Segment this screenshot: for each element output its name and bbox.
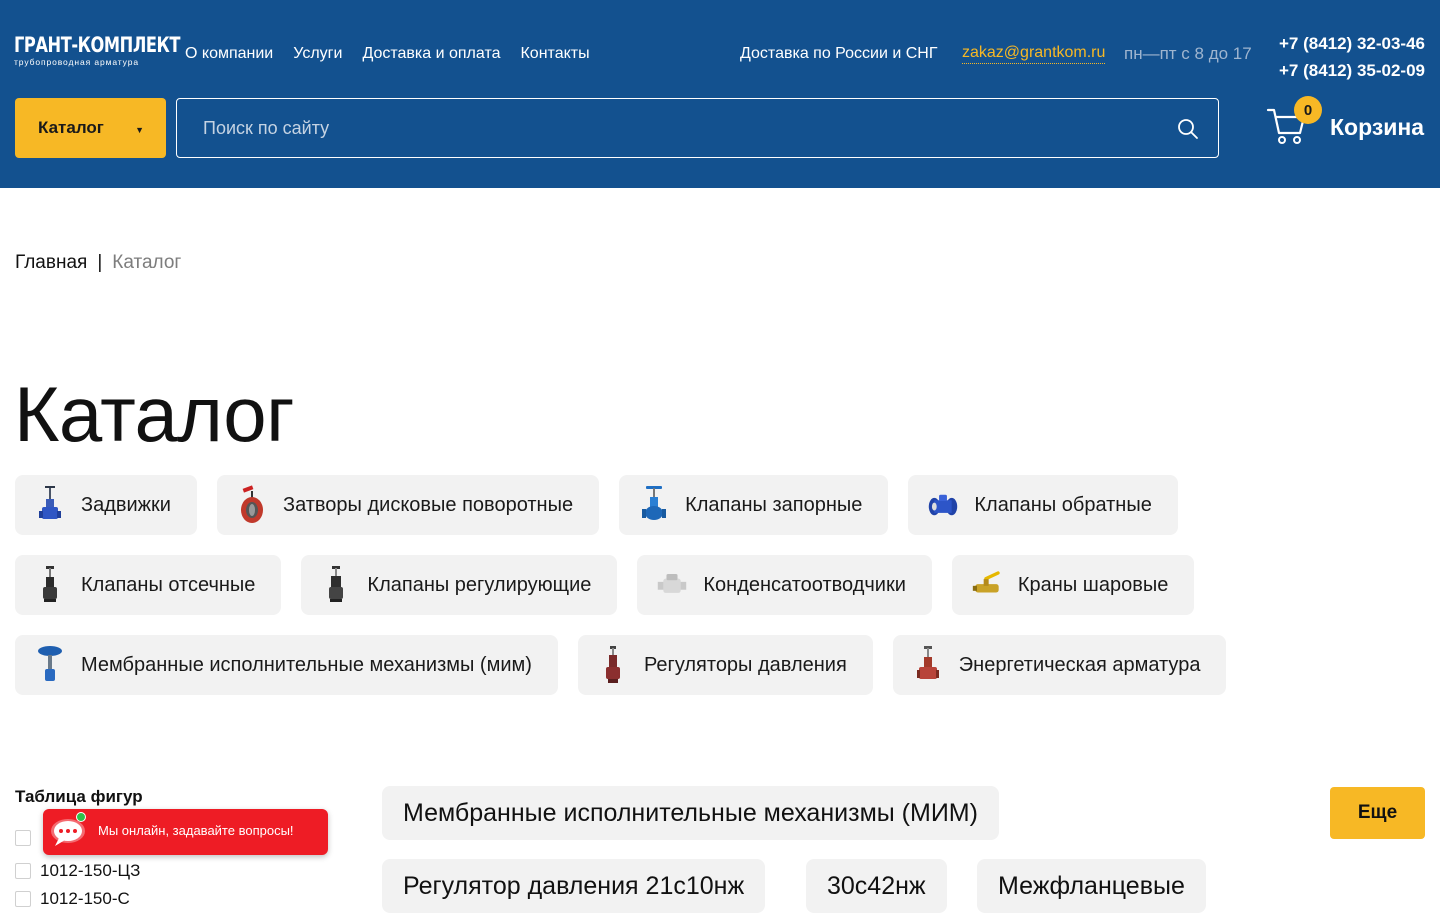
nav-delivery-payment[interactable]: Доставка и оплата — [362, 44, 500, 64]
category-pressure-regulators[interactable]: Регуляторы давления — [577, 635, 873, 695]
chat-text: Мы онлайн, задавайте вопросы! — [98, 823, 294, 838]
nav-about[interactable]: О компании — [185, 44, 273, 64]
category-globe-valves[interactable]: Клапаны запорные — [619, 475, 889, 535]
ball-valve-icon — [972, 563, 1002, 607]
category-ball-valves[interactable]: Краны шаровые — [951, 555, 1195, 615]
category-power-valves[interactable]: Энергетическая арматура — [892, 635, 1227, 695]
tag-mim[interactable]: Мембранные исполнительные механизмы (МИМ… — [382, 786, 999, 840]
category-shutoff-valves[interactable]: Клапаны отсечные — [15, 555, 282, 615]
category-gate-valves[interactable]: Задвижки — [15, 475, 197, 535]
tag-30s42nzh[interactable]: 30с42нж — [806, 859, 947, 913]
breadcrumb-separator: | — [97, 252, 103, 273]
phone-2[interactable]: +7 (8412) 35-02-09 — [1279, 57, 1425, 84]
category-control-valves[interactable]: Клапаны регулирующие — [301, 555, 618, 615]
power-valve-icon — [913, 643, 943, 687]
filter-option[interactable]: 1012-150-С — [15, 889, 130, 909]
category-list: Задвижки Затворы дисковые поворотные Кла… — [15, 475, 1275, 695]
shutoff-valve-icon — [35, 563, 65, 607]
diaphragm-actuator-icon — [35, 643, 65, 687]
category-label: Конденсатоотводчики — [703, 573, 906, 596]
email-link[interactable]: zakaz@grantkom.ru — [962, 43, 1106, 64]
breadcrumb-current: Каталог — [112, 252, 182, 273]
search-bar — [176, 98, 1219, 158]
nav-contacts[interactable]: Контакты — [520, 44, 589, 64]
category-label: Клапаны отсечные — [81, 573, 256, 596]
tag-wafer[interactable]: Межфланцевые — [977, 859, 1206, 913]
pressure-regulator-icon — [598, 643, 628, 687]
category-diaphragm-actuators[interactable]: Мембранные исполнительные механизмы (мим… — [15, 635, 558, 695]
more-button[interactable]: Еще — [1330, 787, 1425, 839]
filter-checkbox[interactable] — [15, 891, 31, 907]
search-input[interactable] — [177, 99, 1218, 157]
online-chat-widget[interactable]: Мы онлайн, задавайте вопросы! — [43, 809, 328, 855]
catalog-button[interactable]: Каталог ▼ — [15, 98, 166, 158]
logo-tagline: трубопроводная арматура — [14, 57, 139, 67]
category-label: Клапаны регулирующие — [367, 573, 592, 596]
steam-trap-icon — [657, 563, 687, 607]
category-label: Задвижки — [81, 493, 171, 516]
category-label: Затворы дисковые поворотные — [282, 493, 574, 516]
cart-label: Корзина — [1330, 114, 1425, 140]
online-status-dot — [76, 812, 86, 822]
cart-button[interactable]: 0 Корзина — [1266, 96, 1426, 156]
filter-checkbox[interactable] — [15, 863, 31, 879]
catalog-button-label: Каталог — [38, 118, 104, 137]
page-title: Каталог — [14, 370, 295, 458]
category-label: Клапаны запорные — [685, 493, 863, 516]
category-butterfly-valves[interactable]: Затворы дисковые поворотные — [216, 475, 600, 535]
filter-option[interactable]: 1012-150-ЦЗ — [15, 861, 140, 881]
filter-option[interactable] — [15, 830, 31, 846]
category-label: Энергетическая арматура — [958, 653, 1201, 676]
category-check-valves[interactable]: Клапаны обратные — [908, 475, 1178, 535]
main-nav: О компании Услуги Доставка и оплата Конт… — [185, 44, 590, 64]
working-hours: пн—пт с 8 до 17 — [1124, 44, 1252, 63]
tag-pressure-regulator[interactable]: Регулятор давления 21с10нж — [382, 859, 766, 913]
filter-option-label: 1012-150-С — [40, 889, 130, 908]
category-steam-traps[interactable]: Конденсатоотводчики — [637, 555, 932, 615]
caret-down-icon: ▼ — [135, 125, 144, 135]
category-label: Мембранные исполнительные механизмы (мим… — [81, 653, 532, 676]
category-label: Клапаны обратные — [974, 493, 1152, 516]
filter-checkbox[interactable] — [15, 830, 31, 846]
phone-1[interactable]: +7 (8412) 32-03-46 — [1279, 30, 1425, 57]
site-header: ГРАНТ-КОМПЛЕКТ трубопроводная арматура О… — [0, 0, 1440, 188]
phone-numbers: +7 (8412) 32-03-46 +7 (8412) 35-02-09 — [1279, 30, 1425, 84]
breadcrumb: Главная | Каталог — [15, 251, 181, 275]
delivery-info: Доставка по России и СНГ — [740, 45, 938, 62]
category-label: Краны шаровые — [1017, 573, 1169, 596]
check-valve-icon — [928, 483, 958, 527]
search-icon[interactable] — [1177, 118, 1199, 140]
butterfly-valve-icon — [237, 483, 267, 527]
site-logo[interactable]: ГРАНТ-КОМПЛЕКТ трубопроводная арматура — [14, 32, 181, 67]
globe-valve-icon — [639, 483, 669, 527]
filter-option-label: 1012-150-ЦЗ — [40, 861, 141, 880]
cart-count-badge: 0 — [1294, 96, 1322, 124]
breadcrumb-home[interactable]: Главная — [15, 251, 87, 275]
figure-table-title: Таблица фигур — [15, 787, 143, 806]
gate-valve-icon — [35, 483, 65, 527]
nav-services[interactable]: Услуги — [293, 44, 342, 64]
logo-title: ГРАНТ-КОМПЛЕКТ — [14, 33, 181, 57]
control-valve-icon — [321, 563, 351, 607]
category-label: Регуляторы давления — [643, 653, 847, 676]
